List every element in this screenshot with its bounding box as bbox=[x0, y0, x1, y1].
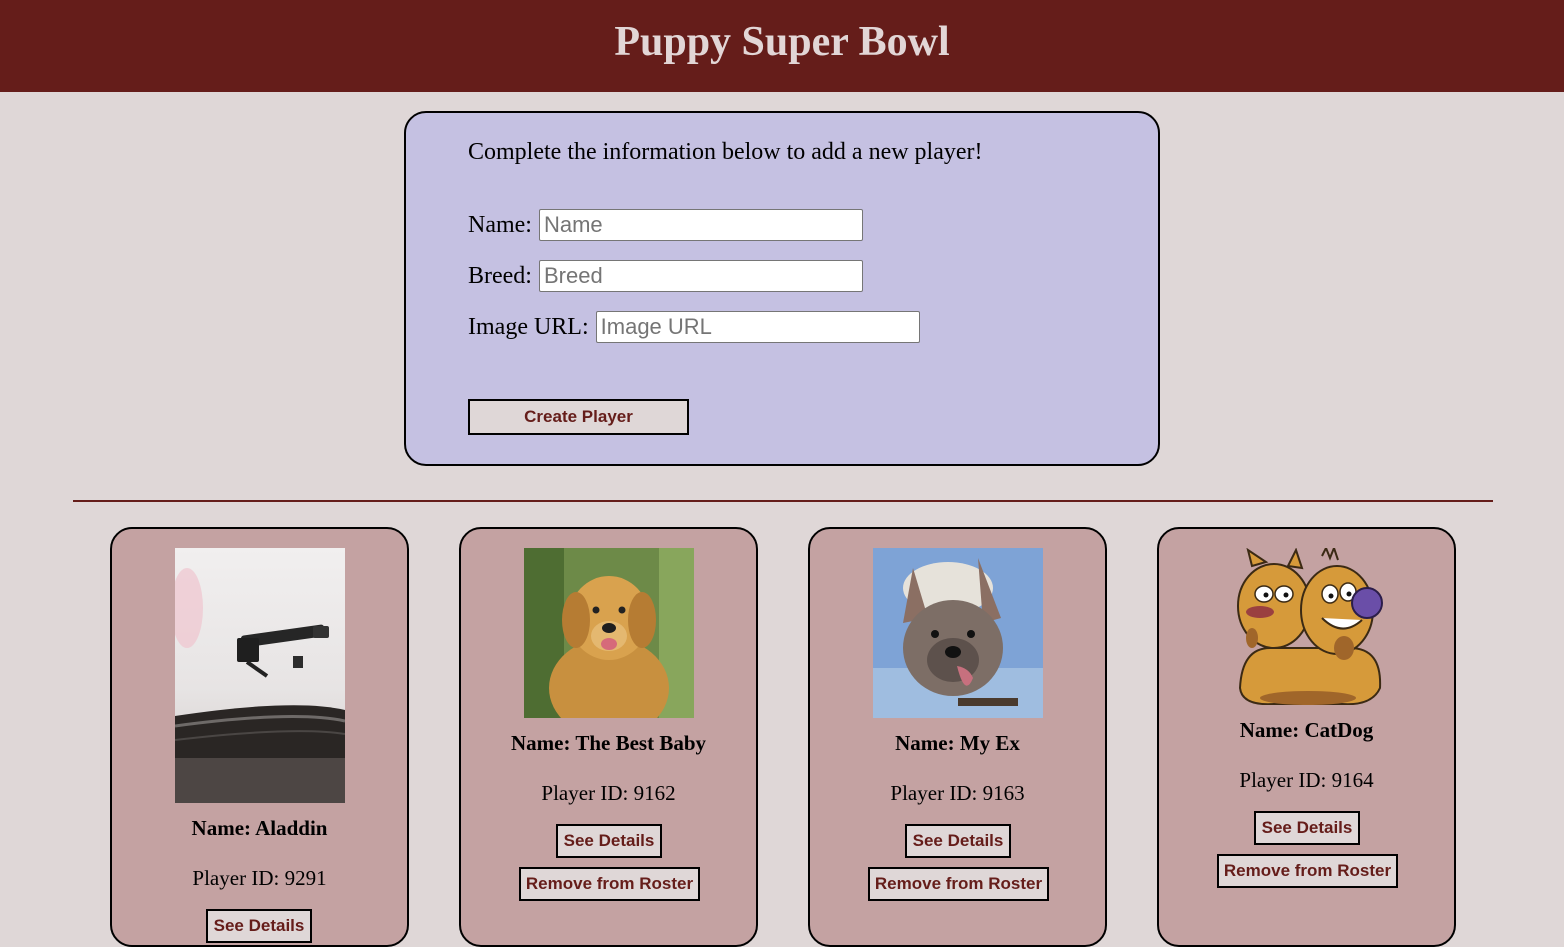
remove-from-roster-button[interactable]: Remove from Roster bbox=[519, 867, 700, 901]
player-image bbox=[175, 548, 345, 803]
player-id: Player ID: 9291 bbox=[192, 866, 327, 890]
player-image bbox=[873, 548, 1043, 718]
player-image bbox=[524, 548, 694, 718]
section-divider bbox=[73, 500, 1493, 502]
player-id: Player ID: 9162 bbox=[541, 781, 676, 805]
player-card: Name: CatDog Player ID: 9164 See Details… bbox=[1157, 527, 1456, 947]
remove-from-roster-button[interactable]: Remove from Roster bbox=[868, 867, 1049, 901]
breed-input[interactable] bbox=[538, 260, 863, 292]
name-input[interactable] bbox=[538, 209, 863, 241]
page-header: Puppy Super Bowl bbox=[0, 0, 1564, 92]
player-name: Name: My Ex bbox=[895, 731, 1020, 755]
image-url-input[interactable] bbox=[595, 311, 920, 343]
form-intro-text: Complete the information below to add a … bbox=[468, 139, 983, 165]
see-details-button[interactable]: See Details bbox=[206, 909, 312, 943]
image-url-label: Image URL: bbox=[468, 313, 589, 340]
player-card: Name: The Best Baby Player ID: 9162 See … bbox=[459, 527, 758, 947]
player-name: Name: CatDog bbox=[1239, 718, 1374, 742]
see-details-button[interactable]: See Details bbox=[556, 824, 662, 858]
player-name: Name: The Best Baby bbox=[510, 731, 707, 755]
player-card: Name: My Ex Player ID: 9163 See Details … bbox=[808, 527, 1107, 947]
page-title: Puppy Super Bowl bbox=[614, 19, 950, 65]
player-id: Player ID: 9163 bbox=[890, 781, 1025, 805]
name-label: Name: bbox=[468, 211, 532, 238]
player-image bbox=[1222, 548, 1392, 705]
breed-label: Breed: bbox=[468, 262, 532, 289]
new-player-form: Complete the information below to add a … bbox=[404, 111, 1160, 466]
name-row: Name: bbox=[468, 209, 863, 241]
player-name: Name: Aladdin bbox=[191, 816, 328, 840]
player-id: Player ID: 9164 bbox=[1239, 768, 1374, 792]
see-details-button[interactable]: See Details bbox=[1254, 811, 1360, 845]
breed-row: Breed: bbox=[468, 260, 863, 292]
create-player-button[interactable]: Create Player bbox=[468, 399, 689, 435]
see-details-button[interactable]: See Details bbox=[905, 824, 1011, 858]
image-url-row: Image URL: bbox=[468, 311, 920, 343]
player-card: Name: Aladdin Player ID: 9291 See Detail… bbox=[110, 527, 409, 947]
remove-from-roster-button[interactable]: Remove from Roster bbox=[1217, 854, 1398, 888]
